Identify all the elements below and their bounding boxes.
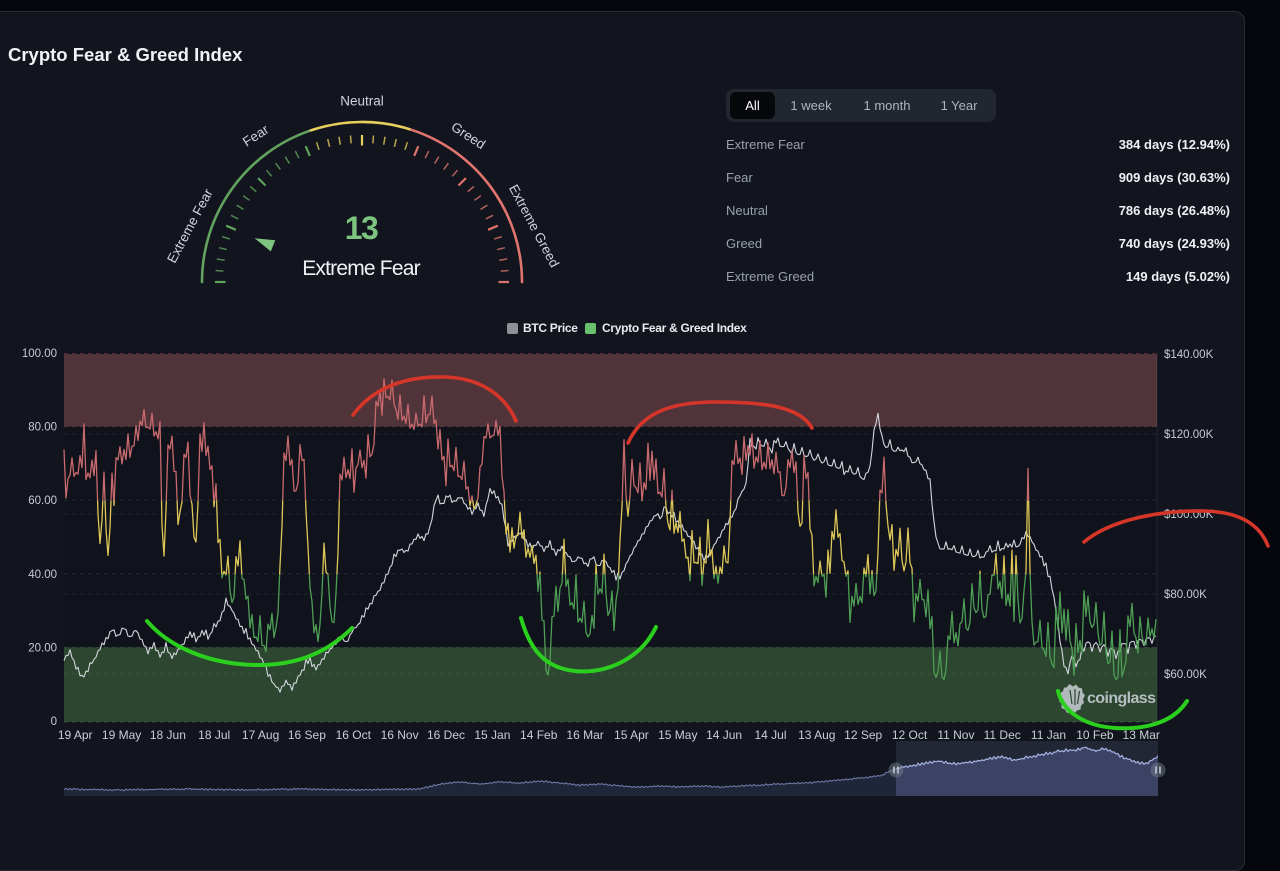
svg-text:11 Nov: 11 Nov <box>937 728 974 742</box>
svg-text:16 Nov: 16 Nov <box>381 728 419 742</box>
svg-text:14 Feb: 14 Feb <box>520 728 558 742</box>
svg-text:15 Apr: 15 Apr <box>614 728 649 742</box>
svg-text:12 Sep: 12 Sep <box>844 728 882 742</box>
svg-text:0: 0 <box>51 716 57 728</box>
svg-text:20.00: 20.00 <box>28 642 57 654</box>
svg-text:16 Oct: 16 Oct <box>336 728 372 742</box>
svg-text:16 Mar: 16 Mar <box>566 728 603 742</box>
svg-text:13 Aug: 13 Aug <box>798 728 835 742</box>
svg-text:14 Jun: 14 Jun <box>706 728 742 742</box>
svg-text:19 May: 19 May <box>102 728 141 742</box>
svg-text:15 May: 15 May <box>658 728 697 742</box>
svg-text:100.00: 100.00 <box>22 348 57 360</box>
svg-text:60.00: 60.00 <box>28 495 57 507</box>
svg-text:40.00: 40.00 <box>28 569 57 581</box>
svg-text:80.00: 80.00 <box>28 422 57 434</box>
svg-text:16 Dec: 16 Dec <box>427 728 465 742</box>
svg-text:11 Jan: 11 Jan <box>1031 728 1066 742</box>
svg-text:15 Jan: 15 Jan <box>474 728 510 742</box>
svg-text:14 Jul: 14 Jul <box>754 728 786 742</box>
svg-text:19 Apr: 19 Apr <box>58 728 93 742</box>
svg-text:12 Oct: 12 Oct <box>892 728 928 742</box>
svg-text:17 Aug: 17 Aug <box>242 728 279 742</box>
svg-text:18 Jul: 18 Jul <box>198 728 230 742</box>
svg-text:16 Sep: 16 Sep <box>288 728 326 742</box>
svg-text:$60.00K: $60.00K <box>1164 669 1207 681</box>
svg-text:$120.00K: $120.00K <box>1164 429 1214 441</box>
svg-text:coinglass: coinglass <box>1087 690 1156 707</box>
svg-text:10 Feb: 10 Feb <box>1076 728 1114 742</box>
svg-text:18 Jun: 18 Jun <box>150 728 186 742</box>
svg-text:$140.00K: $140.00K <box>1164 349 1214 361</box>
svg-text:$80.00K: $80.00K <box>1164 589 1207 601</box>
svg-text:11 Dec: 11 Dec <box>984 728 1021 742</box>
